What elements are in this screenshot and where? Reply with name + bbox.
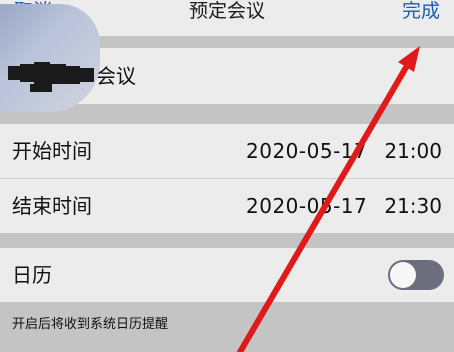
calendar-hint: 开启后将收到系统日历提醒 xyxy=(12,317,169,332)
start-time-value[interactable]: 21:00 xyxy=(384,124,442,178)
toggle-knob xyxy=(390,262,416,288)
redacted-avatar xyxy=(0,4,100,112)
start-time-label: 开始时间 xyxy=(12,139,92,163)
calendar-row: 日历 xyxy=(0,248,454,302)
start-date-value[interactable]: 2020-05-17 xyxy=(246,124,367,178)
calendar-label: 日历 xyxy=(12,263,52,287)
end-time-row[interactable]: 结束时间 2020-05-17 21:30 xyxy=(0,179,454,233)
end-date-value[interactable]: 2020-05-17 xyxy=(246,179,367,233)
start-time-row[interactable]: 开始时间 2020-05-17 21:00 xyxy=(0,124,454,179)
end-time-label: 结束时间 xyxy=(12,194,92,218)
done-button[interactable]: 完成 xyxy=(402,0,440,24)
end-time-value[interactable]: 21:30 xyxy=(384,179,442,233)
calendar-toggle[interactable] xyxy=(388,260,444,290)
meeting-name-text: 会议 xyxy=(96,64,136,88)
